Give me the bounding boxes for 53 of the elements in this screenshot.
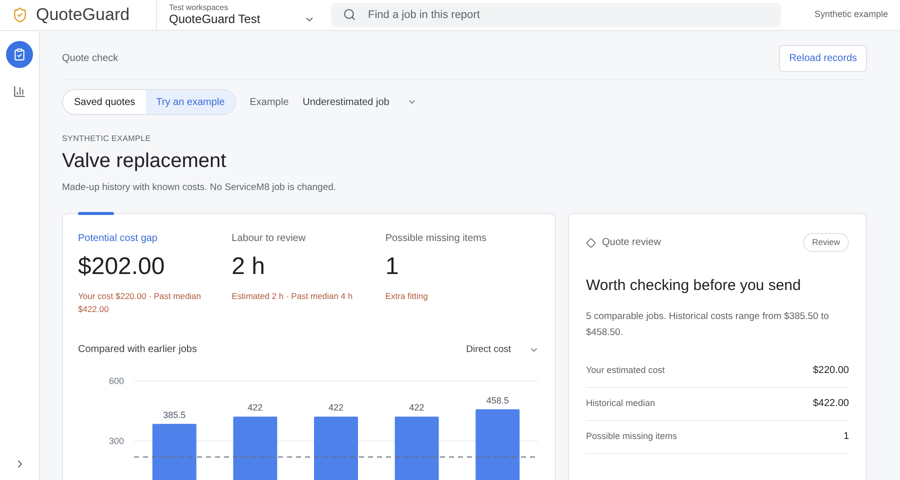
- shield-logo-icon: [12, 7, 28, 23]
- page-heading: Valve replacement: [62, 149, 228, 173]
- search-icon: [343, 8, 356, 21]
- stat-note: Extra fitting: [385, 290, 429, 304]
- review-row-label: Historical median: [586, 396, 656, 410]
- clipboard-check-icon: [13, 48, 26, 61]
- stat-label[interactable]: Potential cost gap: [78, 231, 224, 246]
- review-row-value: 1: [843, 430, 849, 444]
- page-subtitle: Made-up history with known costs. No ServiceM8 job is changed.: [62, 181, 338, 195]
- bar: [152, 424, 196, 480]
- bar-value-label: 422: [248, 402, 263, 413]
- stat-note: Your cost $220.00 · Past median $422.00: [78, 290, 202, 316]
- stat-note: Estimated 2 h · Past median 4 h: [232, 290, 354, 304]
- bar: [233, 416, 278, 480]
- y-tick-label: 600: [108, 376, 124, 386]
- review-row-value: $422.00: [812, 397, 849, 411]
- review-heading: Worth checking before you send: [586, 276, 802, 296]
- chart-title: Compared with earlier jobs: [78, 343, 197, 358]
- bar: [476, 410, 520, 480]
- review-label: Quote review: [602, 236, 661, 250]
- example-label: Example: [250, 96, 289, 110]
- stat-label: Possible missing items: [385, 232, 488, 246]
- workspace-select[interactable]: QuoteGuard Test: [169, 12, 315, 27]
- page-title: Quote check: [62, 52, 118, 66]
- stat-value: 2 h: [232, 252, 266, 282]
- example-select[interactable]: Underestimated job: [302, 94, 418, 110]
- y-tick-label: 300: [108, 436, 124, 446]
- diamond-icon: [586, 238, 596, 248]
- review-summary: 5 comparable jobs. Historical costs range from $385.50 to $458.50.: [586, 310, 830, 340]
- bar-value-label: 458.5: [486, 396, 509, 406]
- nav-item[interactable]: [6, 41, 33, 68]
- review-badge: Review: [803, 233, 849, 252]
- bar-value-label: 422: [328, 402, 344, 413]
- reload-records-button[interactable]: Reload records: [779, 45, 867, 72]
- stat-value: 1: [385, 252, 400, 282]
- review-row-label: Your estimated cost: [586, 364, 665, 377]
- bar-value-label: 385.5: [163, 410, 186, 420]
- mode-note: Synthetic example: [814, 8, 888, 22]
- review-row-value: $220.00: [812, 364, 849, 378]
- tab[interactable]: Try an example: [146, 90, 235, 114]
- bar-chart-icon: [13, 85, 26, 98]
- search-field[interactable]: Find a job in this report: [331, 3, 781, 27]
- stat-label: Labour to review: [232, 232, 307, 246]
- brand-name: QuoteGuard: [36, 4, 131, 26]
- stat-value: $202.00: [78, 252, 166, 282]
- eyebrow: SYNTHETIC EXAMPLE: [62, 133, 152, 145]
- workspace-label: Test workspaces: [169, 3, 230, 12]
- tab[interactable]: Saved quotes: [63, 90, 146, 114]
- bar: [314, 416, 358, 480]
- bar: [394, 416, 439, 480]
- metric-select[interactable]: Direct cost: [466, 342, 539, 357]
- bar-value-label: 422: [409, 402, 424, 413]
- review-row-label: Possible missing items: [586, 430, 678, 443]
